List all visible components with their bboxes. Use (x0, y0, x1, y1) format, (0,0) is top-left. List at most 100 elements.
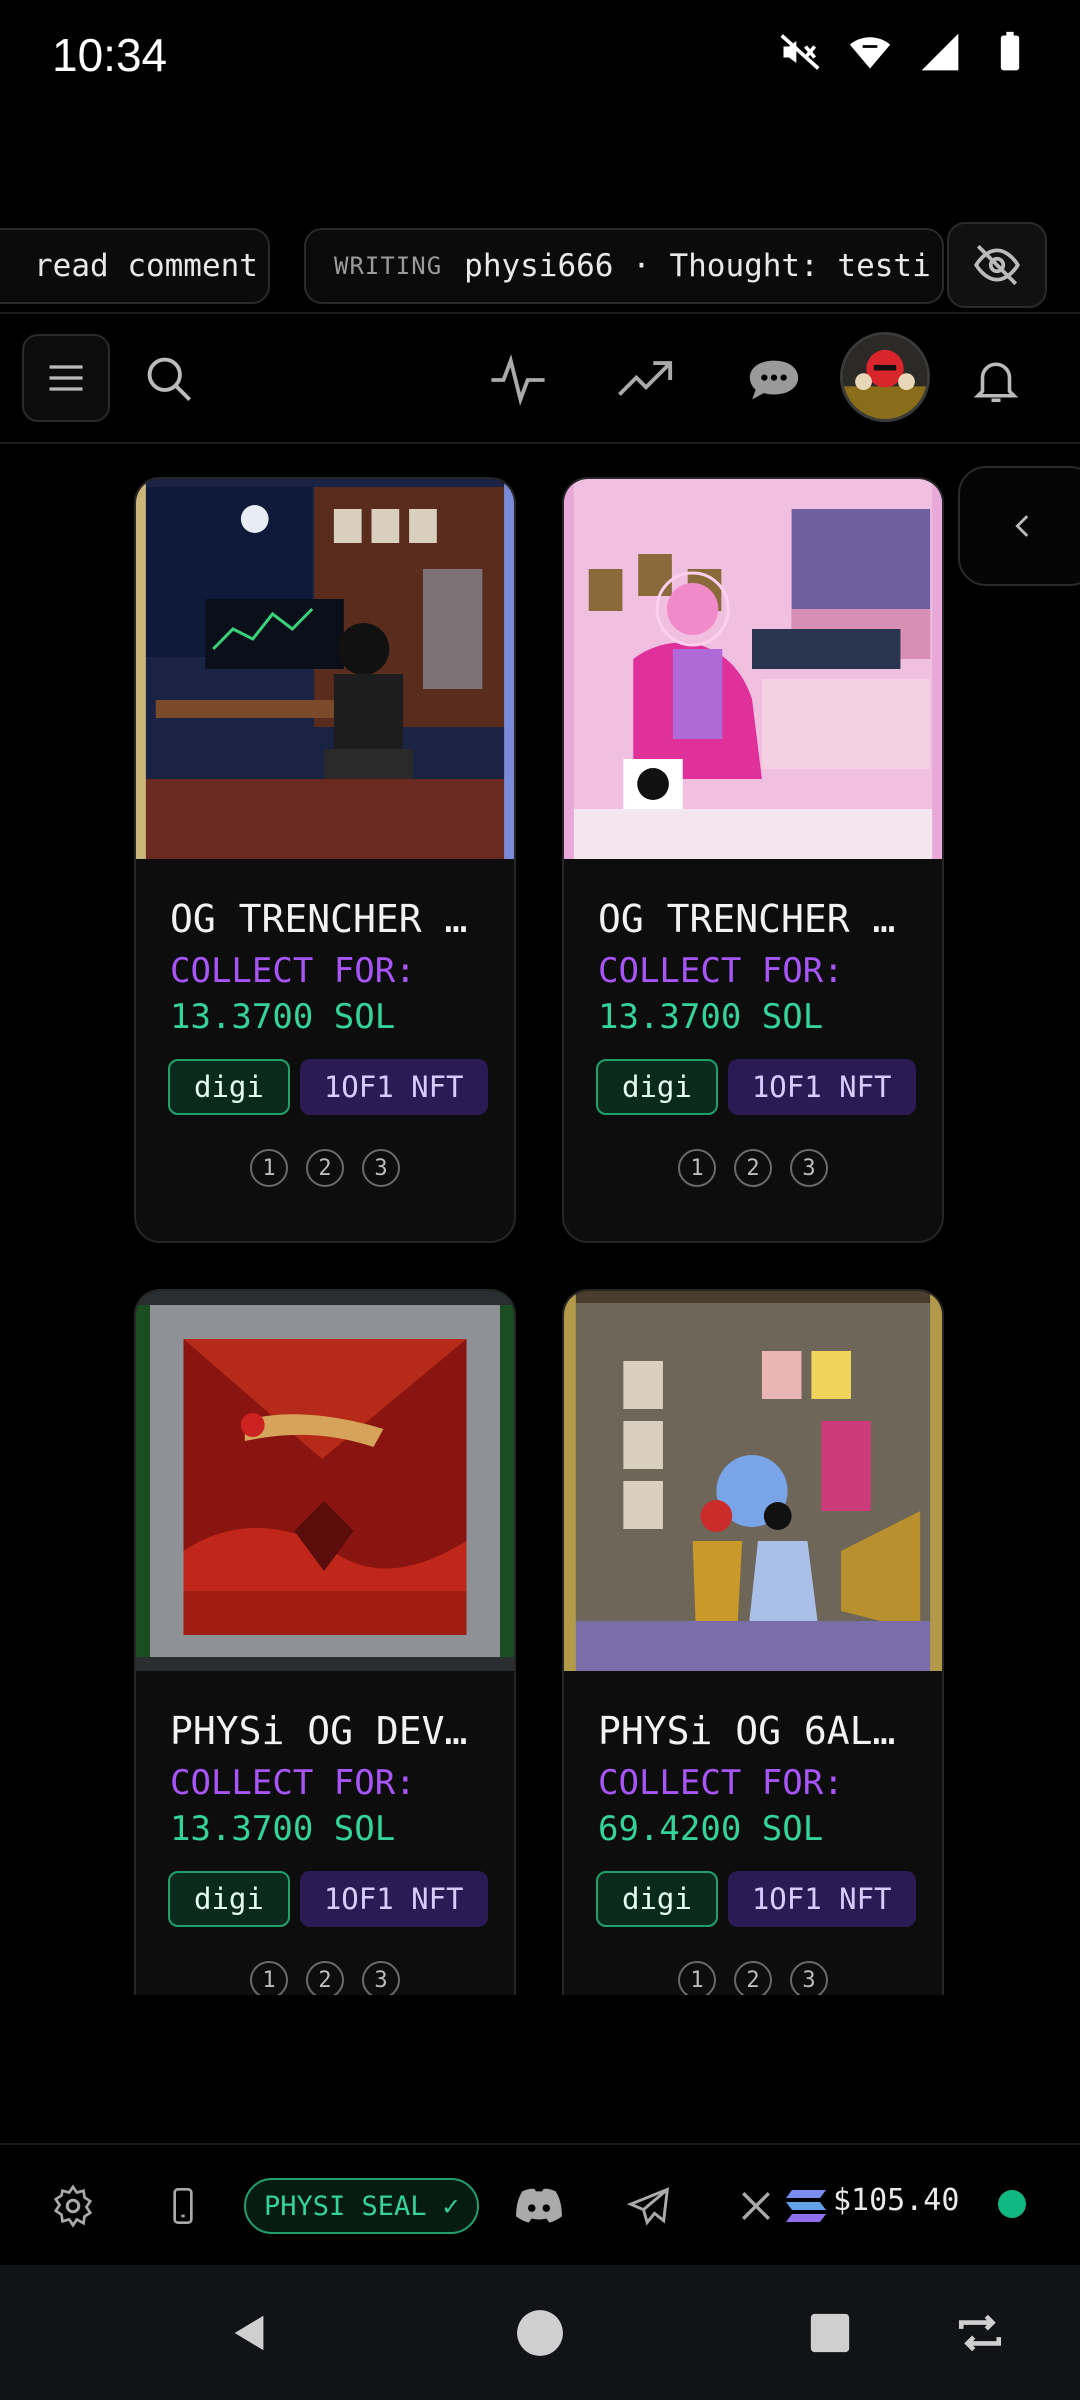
pager-dot[interactable]: 1 (678, 1149, 716, 1187)
recents-button[interactable] (790, 2265, 870, 2400)
menu-icon (49, 365, 83, 391)
activity-icon (491, 354, 545, 406)
tag-1of1-nft[interactable]: 1OF1 NFT (727, 1871, 916, 1927)
nft-artwork (136, 479, 514, 859)
notifications-button[interactable] (958, 340, 1034, 420)
ticker-item-writing[interactable]: WRITING physi666 · Thought: testi (304, 228, 944, 304)
pager-dot[interactable]: 2 (734, 1961, 772, 1995)
tag-list: digi 1OF1 NFT (168, 1059, 488, 1115)
solana-icon (786, 2190, 826, 2222)
collect-label: COLLECT FOR: (170, 951, 416, 991)
nft-price: 13.3700 SOL (170, 1809, 396, 1849)
collect-label: COLLECT FOR: (598, 951, 844, 991)
tag-list: digi 1OF1 NFT (596, 1871, 916, 1927)
online-status-indicator (998, 2190, 1026, 2218)
pager-dot[interactable]: 3 (790, 1149, 828, 1187)
ticker-item-text: read comment (34, 248, 258, 284)
bottom-toolbar: PHYSI SEAL ✓ $105.40 (0, 2143, 1080, 2265)
pager-dot[interactable]: 3 (790, 1961, 828, 1995)
pager-dot[interactable]: 1 (250, 1961, 288, 1995)
pager-dot[interactable]: 2 (734, 1149, 772, 1187)
physi-seal-badge[interactable]: PHYSI SEAL ✓ (244, 2178, 480, 2234)
top-nav (0, 320, 1080, 440)
tag-list: digi 1OF1 NFT (168, 1871, 488, 1927)
menu-button[interactable] (22, 334, 110, 422)
tag-1of1-nft[interactable]: 1OF1 NFT (299, 1871, 488, 1927)
nft-title: PHYSi OG DEV… (170, 1709, 468, 1753)
settings-button[interactable] (40, 2145, 106, 2267)
home-circle-icon (517, 2309, 563, 2356)
rotate-button[interactable] (940, 2265, 1020, 2400)
telegram-button[interactable] (616, 2145, 682, 2267)
status-bar: 10:34 (0, 0, 1080, 110)
tag-digi[interactable]: digi (168, 1059, 290, 1115)
pager-dot[interactable]: 1 (678, 1961, 716, 1995)
nft-title: PHYSi OG 6AL… (598, 1709, 896, 1753)
trending-icon (618, 361, 673, 396)
image-pager: 1 2 3 (136, 1149, 514, 1187)
chat-icon (749, 360, 799, 400)
nft-price: 13.3700 SOL (170, 997, 396, 1037)
bell-icon (973, 362, 1019, 403)
search-icon (147, 357, 192, 402)
chat-button[interactable] (734, 340, 814, 420)
x-button[interactable] (736, 2145, 776, 2267)
phone-icon (173, 2188, 193, 2224)
nft-card[interactable]: PHYSi OG DEV… COLLECT FOR: 13.3700 SOL d… (134, 1289, 516, 1995)
side-panel-toggle[interactable] (958, 466, 1080, 586)
status-time: 10:34 (52, 29, 168, 81)
home-button[interactable] (500, 2265, 580, 2400)
status-icons (778, 30, 1032, 74)
avatar-image (843, 335, 927, 419)
activity-ticker: read comment WRITING physi666 · Thought:… (0, 222, 1080, 308)
avatar[interactable] (840, 332, 930, 422)
hide-ticker-button[interactable] (947, 222, 1047, 308)
back-button[interactable] (210, 2265, 290, 2400)
activity-button[interactable] (478, 340, 558, 420)
image-pager: 1 2 3 (136, 1961, 514, 1995)
nft-artwork (564, 479, 942, 859)
battery-icon (988, 30, 1032, 74)
tag-digi[interactable]: digi (596, 1059, 718, 1115)
ticker-item-text: physi666 · Thought: testi (464, 248, 931, 284)
chevron-left-icon (1015, 515, 1029, 537)
tag-1of1-nft[interactable]: 1OF1 NFT (299, 1059, 488, 1115)
settings-icon (53, 2184, 93, 2228)
discord-button[interactable] (506, 2145, 572, 2267)
divider (0, 312, 1080, 314)
image-pager: 1 2 3 (564, 1149, 942, 1187)
collect-label: COLLECT FOR: (170, 1763, 416, 1803)
cell-signal-icon (918, 30, 962, 74)
trending-button[interactable] (606, 340, 686, 420)
nft-price: 13.3700 SOL (598, 997, 824, 1037)
recents-square-icon (810, 2313, 850, 2352)
collect-label: COLLECT FOR: (598, 1763, 844, 1803)
nft-artwork (136, 1291, 514, 1671)
wallet-balance: $105.40 (833, 2183, 960, 2218)
tag-digi[interactable]: digi (596, 1871, 718, 1927)
pager-dot[interactable]: 2 (306, 1961, 344, 1995)
divider (0, 442, 1080, 444)
tag-digi[interactable]: digi (168, 1871, 290, 1927)
nft-card[interactable]: PHYSi OG 6AL… COLLECT FOR: 69.4200 SOL d… (562, 1289, 944, 1995)
x-icon (742, 2192, 770, 2220)
telegram-icon (627, 2187, 670, 2226)
ticker-tag: WRITING (334, 252, 443, 280)
nft-card[interactable]: OG TRENCHER … COLLECT FOR: 13.3700 SOL d… (134, 477, 516, 1243)
tag-list: digi 1OF1 NFT (596, 1059, 916, 1115)
nft-title: OG TRENCHER … (170, 897, 468, 941)
mobile-button[interactable] (150, 2145, 216, 2267)
solana-button[interactable] (780, 2145, 832, 2267)
tag-1of1-nft[interactable]: 1OF1 NFT (727, 1059, 916, 1115)
search-button[interactable] (130, 340, 206, 416)
pager-dot[interactable]: 3 (362, 1961, 400, 1995)
nft-price: 69.4200 SOL (598, 1809, 824, 1849)
ticker-item[interactable]: read comment (0, 228, 270, 304)
eye-off-icon (974, 244, 1020, 286)
nft-card[interactable]: OG TRENCHER … COLLECT FOR: 13.3700 SOL d… (562, 477, 944, 1243)
pager-dot[interactable]: 3 (362, 1149, 400, 1187)
back-triangle-icon (234, 2315, 264, 2350)
pager-dot[interactable]: 1 (250, 1149, 288, 1187)
pager-dot[interactable]: 2 (306, 1149, 344, 1187)
discord-icon (516, 2188, 562, 2223)
